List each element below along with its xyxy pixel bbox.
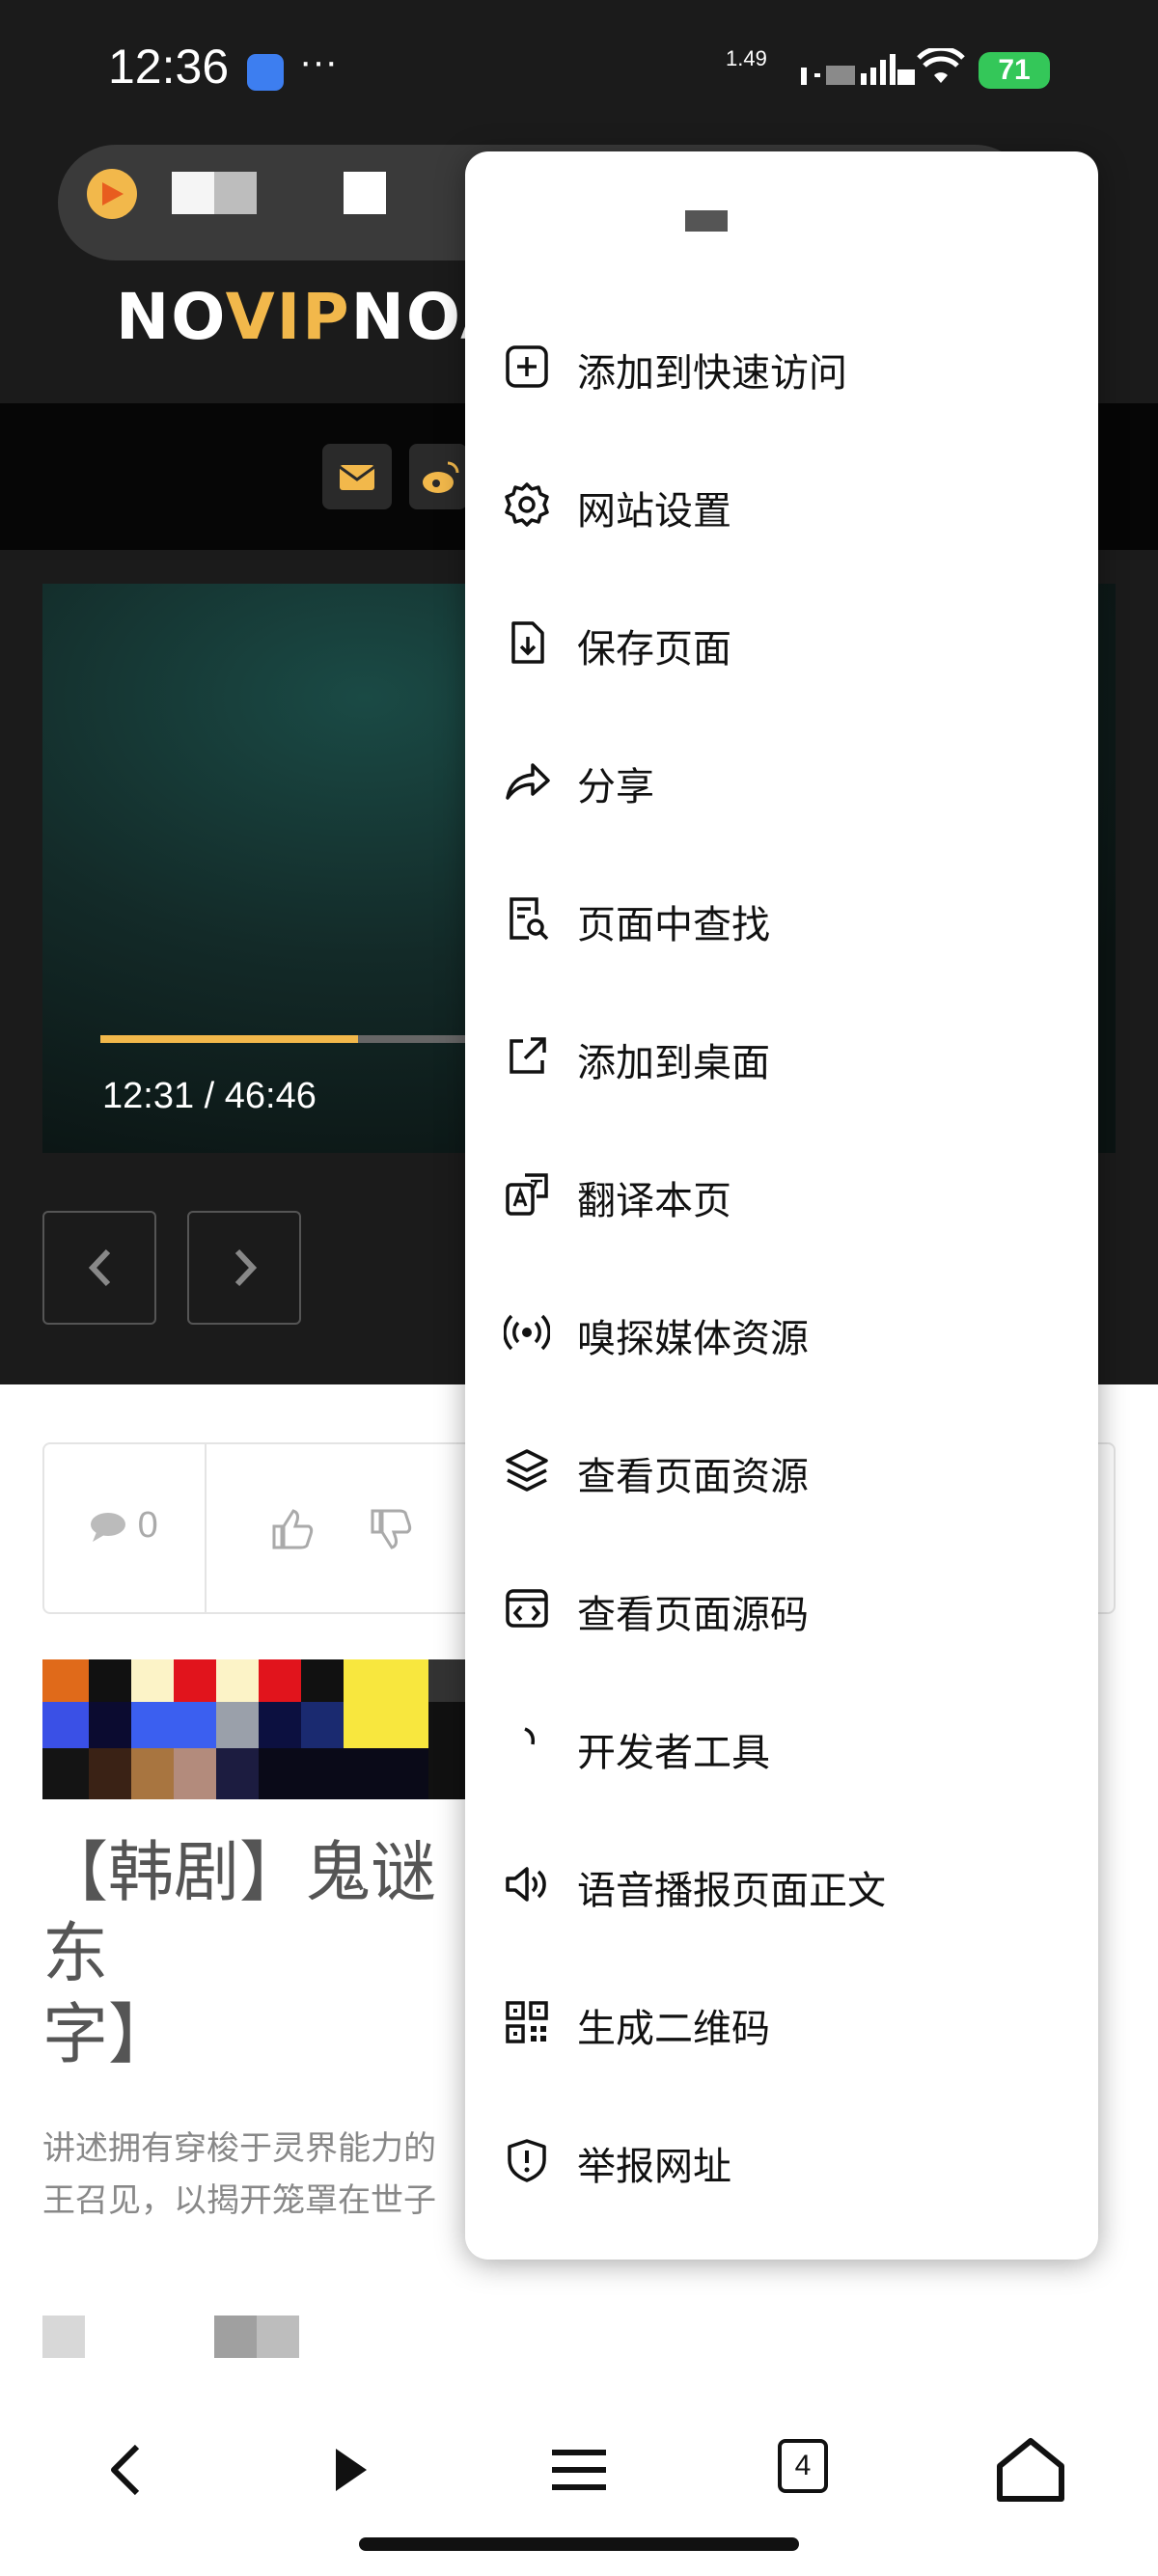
menu-item-developer-tools[interactable]: 开发者工具	[465, 1677, 1098, 1815]
chevron-left-icon	[88, 1248, 111, 1287]
find-in-page-icon	[510, 897, 549, 941]
menu-item-translate[interactable]: 翻译本页	[465, 1125, 1098, 1263]
qr-code-icon	[506, 2001, 548, 2043]
description-line: 讲述拥有穿梭于灵界能力的	[42, 2129, 436, 2168]
chevron-right-icon	[234, 1248, 258, 1287]
site-favicon	[87, 169, 137, 219]
article-title: 【韩剧】鬼谜东 字】	[42, 1833, 467, 2076]
layers-icon	[506, 1449, 548, 1492]
comment-icon	[91, 1512, 125, 1542]
menu-item-label: 网站设置	[577, 489, 731, 534]
file-download-icon	[511, 621, 544, 664]
broadcast-icon	[504, 1314, 550, 1351]
menu-item-save-page[interactable]: 保存页面	[465, 573, 1098, 711]
menu-item-sniff-media[interactable]: 嗅探媒体资源	[465, 1263, 1098, 1401]
menu-item-report-url[interactable]: 举报网址	[465, 2091, 1098, 2229]
video-progress-fill	[100, 1035, 358, 1043]
redacted-block	[214, 2316, 257, 2358]
menu-item-qr-code[interactable]: 生成二维码	[465, 1953, 1098, 2091]
description-line: 王召见，以揭开笼罩在世子	[42, 2181, 436, 2220]
redacted-block	[172, 172, 214, 214]
menu-item-label: 页面中查找	[577, 903, 770, 947]
redacted-block	[257, 2316, 299, 2358]
menu-item-label: 生成二维码	[577, 2007, 770, 2051]
back-button[interactable]	[89, 2431, 166, 2508]
video-time-display: 12:31 / 46:46	[102, 1076, 317, 1116]
menu-item-label: 语音播报页面正文	[577, 1869, 886, 1913]
external-link-icon	[510, 1037, 546, 1074]
weibo-button[interactable]	[409, 444, 467, 509]
weibo-icon	[423, 461, 459, 493]
redacted-block	[214, 172, 257, 214]
menu-item-page-resources[interactable]: 查看页面资源	[465, 1401, 1098, 1539]
translate-icon	[506, 1173, 548, 1216]
logo-text-part: NO	[116, 280, 226, 354]
menu-item-label: 嗅探媒体资源	[577, 1317, 809, 1361]
logo-text-part: VIP	[225, 280, 351, 354]
comment-count[interactable]: 0	[89, 1505, 158, 1547]
article-description: 讲述拥有穿梭于灵界能力的 王召见，以揭开笼罩在世子	[42, 2123, 467, 2227]
article-title-line: 字】	[42, 1997, 175, 2073]
battery-indicator: 71	[979, 52, 1050, 89]
network-speed: 1.49	[726, 46, 767, 70]
share-arrow-icon	[506, 763, 550, 800]
more-notifications-icon: ···	[299, 41, 338, 83]
developer-tools-icon	[524, 1727, 536, 1745]
menu-item-label: 添加到桌面	[577, 1041, 770, 1085]
notification-app-icon	[247, 54, 284, 91]
tabs-button[interactable]: 4	[778, 2439, 828, 2493]
menu-item-label: 查看页面资源	[577, 1455, 809, 1499]
menu-button[interactable]	[540, 2431, 618, 2508]
menu-item-label: 分享	[577, 765, 654, 809]
menu-item-add-quick-access[interactable]: 添加到快速访问	[465, 297, 1098, 435]
code-window-icon	[506, 1589, 548, 1628]
menu-item-find-in-page[interactable]: 页面中查找	[465, 849, 1098, 987]
gear-icon	[505, 482, 549, 527]
previous-button[interactable]	[42, 1211, 156, 1325]
redacted-block	[685, 210, 728, 232]
home-indicator	[359, 2537, 799, 2551]
menu-item-add-to-desktop[interactable]: 添加到桌面	[465, 987, 1098, 1125]
menu-item-view-source[interactable]: 查看页面源码	[465, 1539, 1098, 1677]
menu-item-label: 查看页面源码	[577, 1593, 809, 1637]
status-bar: 12:36 ··· 1.49 71	[0, 0, 1158, 135]
menu-item-label: 保存页面	[577, 627, 731, 671]
forward-button[interactable]	[315, 2431, 392, 2508]
pixelated-banner-image	[42, 1659, 475, 1799]
menu-item-label: 翻译本页	[577, 1179, 731, 1223]
menu-item-label: 添加到快速访问	[577, 351, 847, 396]
menu-item-label: 举报网址	[577, 2145, 731, 2189]
menu-item-label: 开发者工具	[577, 1731, 770, 1775]
email-button[interactable]	[322, 444, 392, 509]
menu-item-read-aloud[interactable]: 语音播报页面正文	[465, 1815, 1098, 1953]
like-icon[interactable]	[268, 1505, 317, 1553]
dislike-icon[interactable]	[367, 1505, 415, 1553]
plus-square-icon	[506, 345, 548, 388]
menu-item-site-settings[interactable]: 网站设置	[465, 435, 1098, 573]
next-button[interactable]	[187, 1211, 301, 1325]
menu-item-share[interactable]: 分享	[465, 711, 1098, 849]
envelope-icon	[339, 465, 375, 490]
article-title-line: 【韩剧】鬼谜东	[42, 1835, 437, 1992]
cellular-signal-icon	[801, 54, 915, 85]
redacted-block	[344, 172, 386, 214]
shield-alert-icon	[508, 2139, 546, 2182]
wifi-icon	[917, 48, 965, 83]
comment-count-value: 0	[137, 1505, 158, 1546]
status-time: 12:36	[108, 40, 230, 94]
divider	[205, 1444, 207, 1612]
speaker-icon	[506, 1867, 546, 1902]
redacted-block	[42, 2316, 85, 2358]
home-button[interactable]	[992, 2431, 1069, 2508]
